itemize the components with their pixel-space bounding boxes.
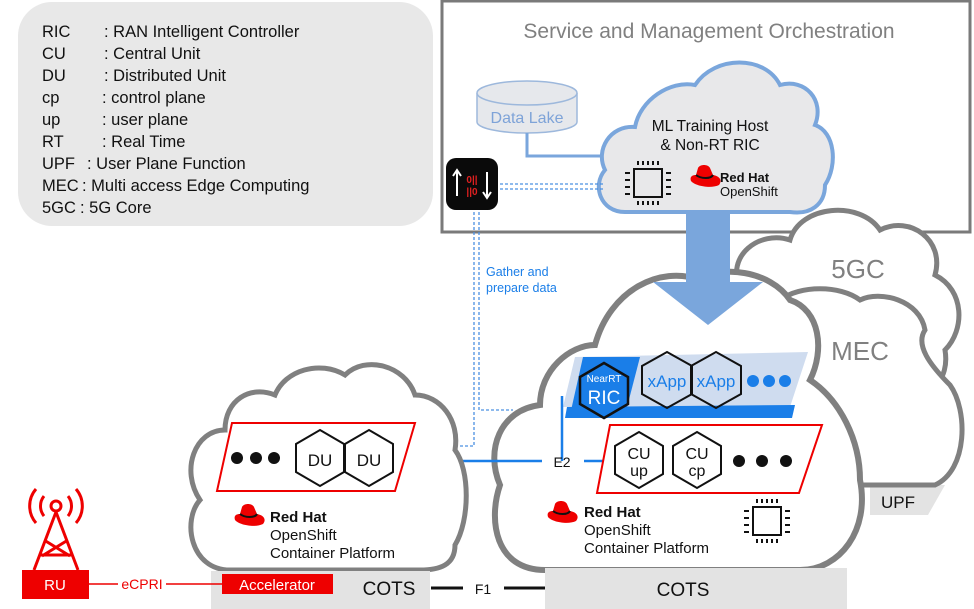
edge-openshift-label: OpenShift <box>270 527 338 544</box>
ml-openshift-label: OpenShift <box>720 184 778 199</box>
f1-label: F1 <box>475 581 492 597</box>
label-upf: UPF <box>881 493 915 512</box>
central-redhat-label: Red Hat <box>584 504 641 521</box>
more-dot <box>780 455 792 467</box>
data-transfer-icon: 0|| ||0 <box>446 158 498 210</box>
central-openshift-label: OpenShift <box>584 522 652 539</box>
more-dot <box>231 452 243 464</box>
cloud-central <box>491 268 865 573</box>
more-dot <box>733 455 745 467</box>
edge-cots-label: COTS <box>363 579 416 600</box>
more-dot <box>763 375 775 387</box>
du-label-2: DU <box>357 451 382 470</box>
du-label-1: DU <box>308 451 333 470</box>
cu-up-line1: CU <box>627 446 650 463</box>
more-dot <box>756 455 768 467</box>
radio-tower-icon <box>28 488 84 571</box>
svg-text:||0: ||0 <box>466 187 478 198</box>
accelerator-label: Accelerator <box>239 577 315 594</box>
ml-host-line2: & Non-RT RIC <box>660 137 759 154</box>
ric-label: RIC <box>588 388 621 409</box>
gather-line1: Gather and <box>486 265 549 279</box>
cu-cp-line2: cp <box>689 463 706 480</box>
e2-label: E2 <box>553 454 570 470</box>
more-dot <box>250 452 262 464</box>
more-dot <box>747 375 759 387</box>
svg-text:0||: 0|| <box>466 175 477 186</box>
smo-title: Service and Management Orchestration <box>523 20 894 43</box>
near-rt-label: NearRT <box>587 374 622 385</box>
cu-cp-line1: CU <box>685 446 708 463</box>
ml-redhat-label: Red Hat <box>720 170 770 185</box>
xapp-label-2: xApp <box>697 372 736 391</box>
edge-redhat-label: Red Hat <box>270 509 327 526</box>
data-lake-label: Data Lake <box>491 110 564 127</box>
edge-platform-label: Container Platform <box>270 545 395 562</box>
more-dot <box>268 452 280 464</box>
ru-label: RU <box>44 577 66 594</box>
more-dot <box>779 375 791 387</box>
label-mec: MEC <box>831 336 889 366</box>
oran-architecture-diagram: Service and Management Orchestration Dat… <box>22 0 972 609</box>
cu-up-line2: up <box>630 463 648 480</box>
label-5gc: 5GC <box>831 254 884 284</box>
gather-line2: prepare data <box>486 281 557 295</box>
xapp-label-1: xApp <box>648 372 687 391</box>
central-platform-label: Container Platform <box>584 540 709 557</box>
central-cots-label: COTS <box>657 580 710 601</box>
ecpri-label: eCPRI <box>121 576 162 592</box>
ml-host-line1: ML Training Host <box>652 118 769 135</box>
